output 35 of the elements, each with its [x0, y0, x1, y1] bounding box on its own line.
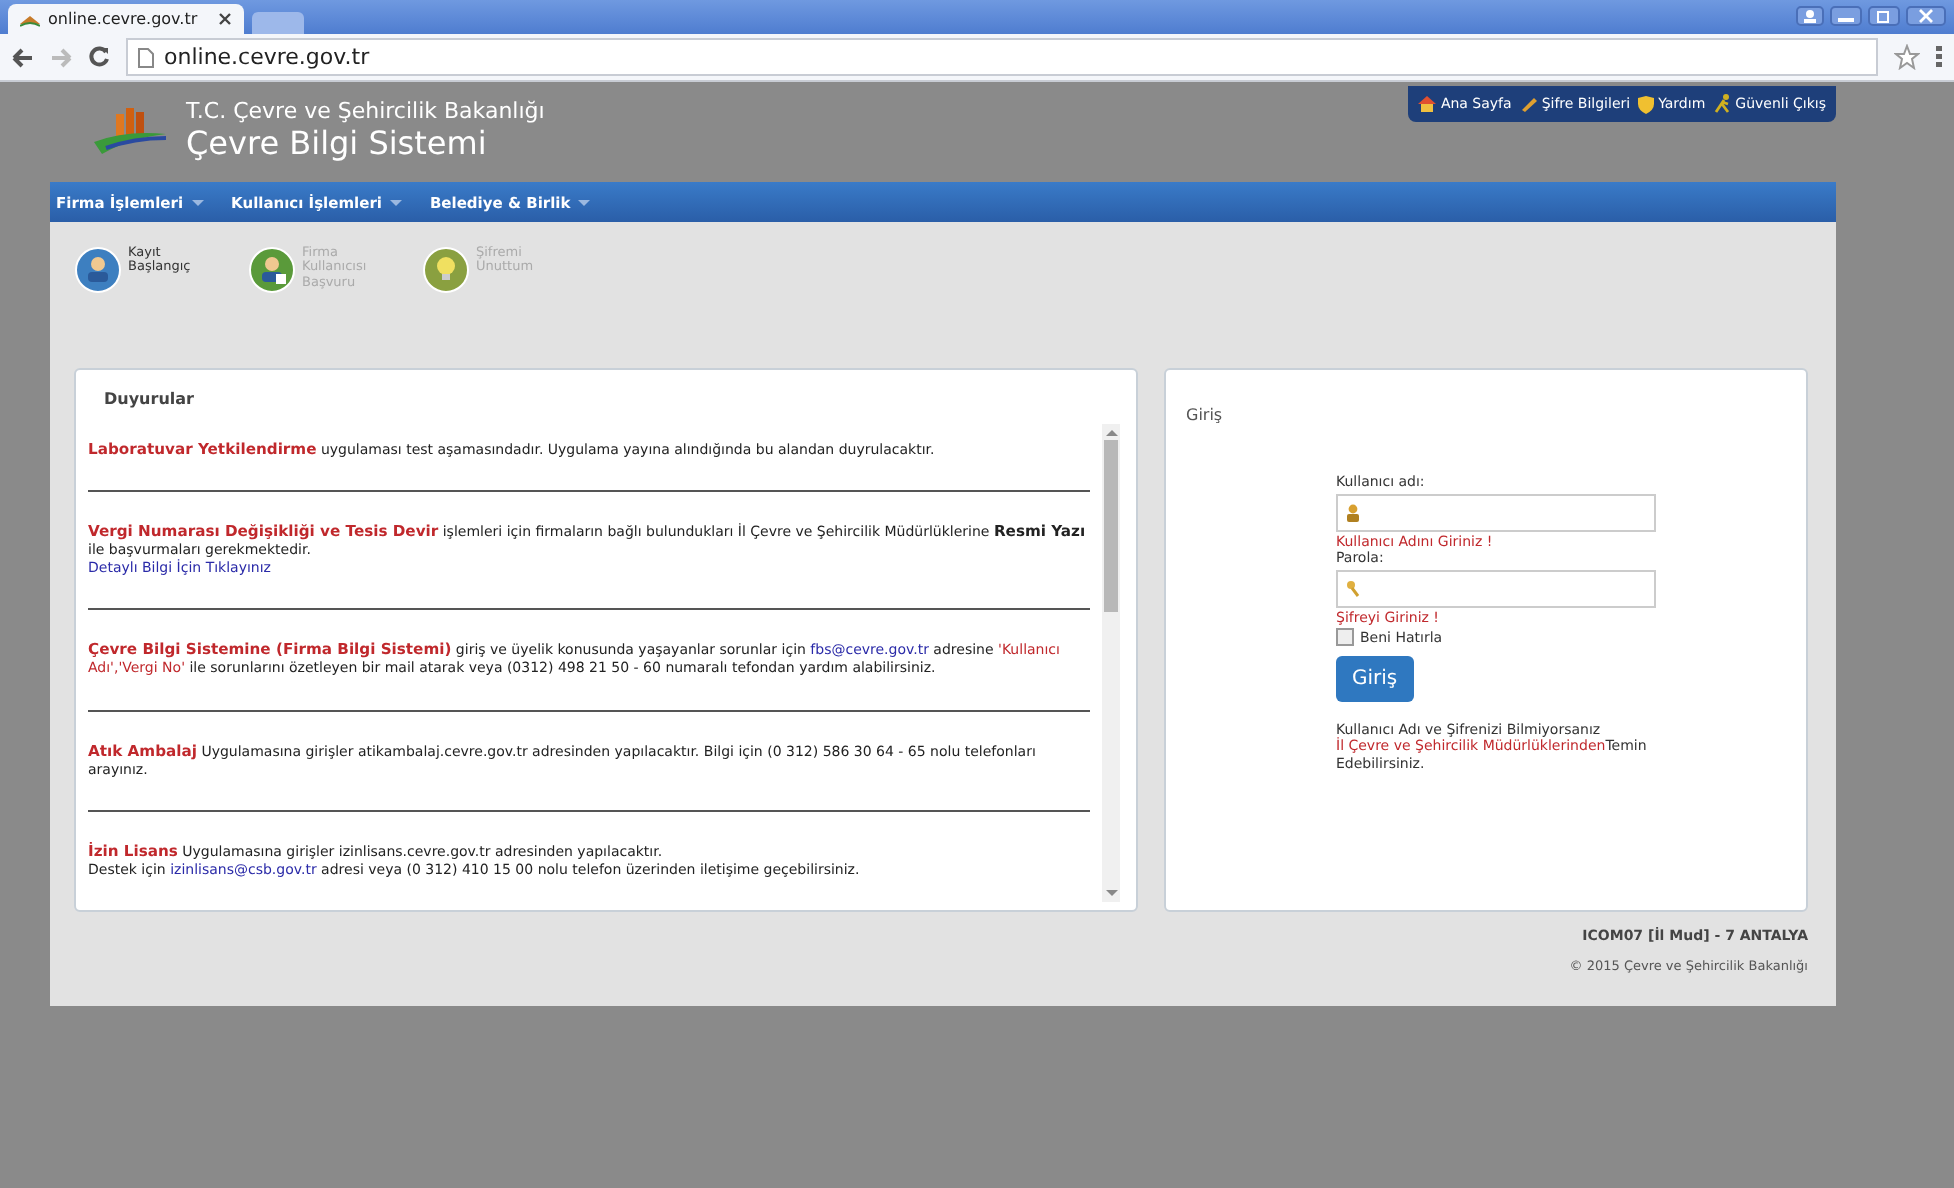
- shield-icon: [1638, 95, 1655, 113]
- leaf-icon: [20, 11, 40, 27]
- logo-icon: [90, 102, 170, 158]
- key-icon: [1346, 580, 1360, 598]
- lightbulb-icon: [422, 246, 470, 294]
- star-icon[interactable]: [1894, 44, 1920, 70]
- checkbox[interactable]: [1336, 628, 1354, 646]
- panel-title: Duyurular: [102, 390, 196, 408]
- reload-icon[interactable]: [88, 46, 110, 68]
- user-icon[interactable]: [1796, 6, 1824, 26]
- close-icon[interactable]: [1906, 6, 1946, 26]
- minimize-icon[interactable]: [1830, 6, 1862, 26]
- user-icon: [74, 246, 122, 294]
- username-field[interactable]: [1336, 494, 1656, 532]
- close-icon[interactable]: [218, 12, 232, 26]
- scrollbar[interactable]: [1102, 424, 1120, 902]
- password-field[interactable]: [1336, 570, 1656, 608]
- user-icon: [248, 246, 296, 294]
- browser-tab[interactable]: online.cevre.gov.tr: [8, 4, 244, 34]
- login-button[interactable]: Giriş: [1336, 656, 1414, 702]
- caret-icon: [389, 199, 402, 205]
- address-bar[interactable]: online.cevre.gov.tr: [126, 38, 1878, 76]
- user-icon: [1346, 504, 1360, 522]
- menu-icon[interactable]: [1936, 46, 1942, 68]
- running-figure-icon: [1713, 94, 1732, 114]
- caret-icon: [578, 199, 591, 205]
- restore-icon[interactable]: [1868, 6, 1900, 26]
- ministry-name: T.C. Çevre ve Şehircilik Bakanlığı: [186, 98, 545, 124]
- back-icon[interactable]: [12, 47, 34, 67]
- system-title: Çevre Bilgi Sistemi: [186, 124, 489, 162]
- pencil-icon: [1519, 96, 1538, 112]
- house-icon: [1418, 96, 1437, 112]
- page-icon: [138, 47, 154, 67]
- panel-title: Giriş: [1186, 406, 1223, 424]
- caret-icon: [191, 199, 204, 205]
